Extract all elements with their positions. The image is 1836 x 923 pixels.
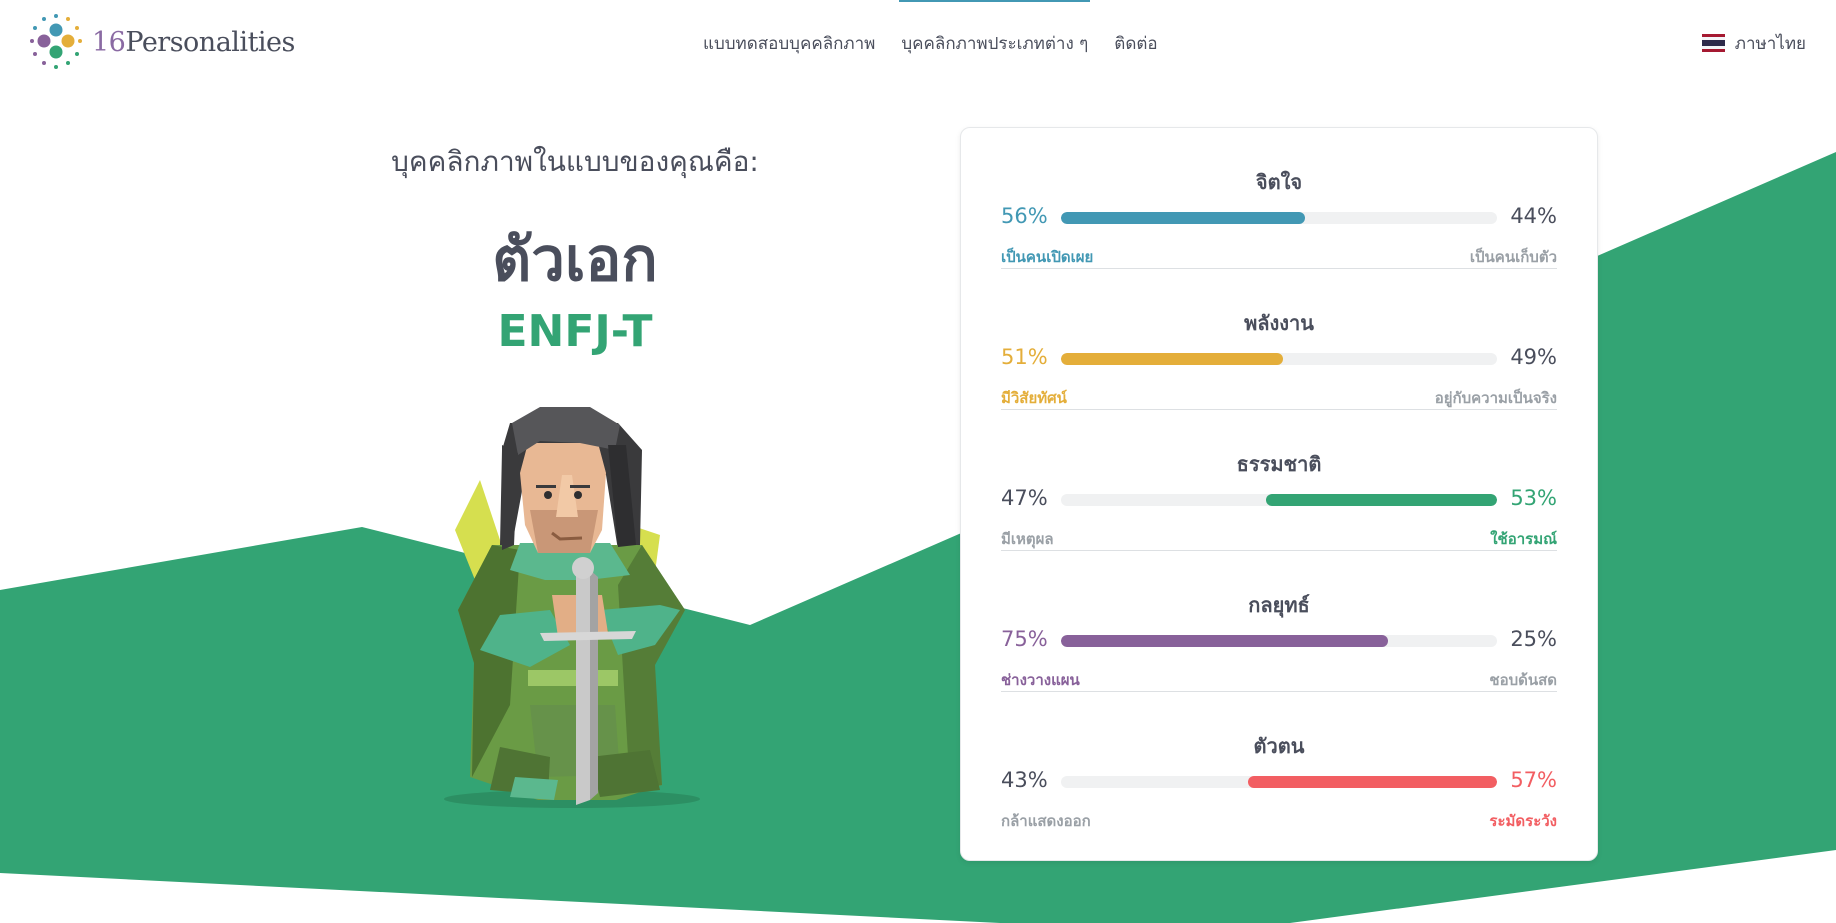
brand-name: 16Personalities [92,27,295,58]
trait-right-percent: 53% [1510,486,1557,510]
trait-title: จิตใจ [1255,170,1303,194]
brand-dots-icon [30,14,82,69]
trait-right-label: ระมัดระวัง [1489,812,1557,830]
thai-flag-icon [1701,34,1725,52]
trait-bar-fill [1265,494,1497,506]
trait-right-label: เป็นคนเก็บตัว [1469,248,1557,266]
trait-title: ตัวตน [1253,734,1305,758]
trait-right-percent: 25% [1510,627,1557,651]
trait-nature: ธรรมชาติ 47% 53% มีเหตุผล ใช้อารมณ์ [1001,410,1557,551]
nav-personality-test[interactable]: แบบทดสอบบุคคลิกภาพ [690,0,888,86]
trait-right-percent: 44% [1510,204,1557,228]
main-nav: แบบทดสอบบุคคลิกภาพ บุคคลิกภาพประเภทต่าง … [690,0,1171,86]
trait-identity: ตัวตน 43% 57% กล้าแสดงออก ระมัดระวัง [1001,692,1557,833]
trait-right-label: อยู่กับความเป็นจริง [1434,389,1557,407]
trait-left-label: เป็นคนเปิดเผย [1001,248,1094,266]
trait-bar-fill [1061,212,1306,224]
trait-right-label: ชอบด้นสด [1489,671,1557,689]
trait-bar [1061,776,1497,788]
trait-left-label: ช่างวางแผน [1001,671,1080,689]
trait-bar-fill [1061,353,1284,365]
nav-personality-types[interactable]: บุคคลิกภาพประเภทต่าง ๆ [888,0,1101,86]
trait-mind: จิตใจ 56% 44% เป็นคนเปิดเผย เป็นคนเก็บตั… [1001,128,1557,269]
nav-contact[interactable]: ติดต่อ [1101,0,1170,86]
traits-card: จิตใจ 56% 44% เป็นคนเปิดเผย เป็นคนเก็บตั… [960,127,1598,861]
trait-left-label: มีเหตุผล [1001,530,1054,548]
personality-role-title: ตัวเอก [492,225,658,295]
language-selector[interactable]: ภาษาไทย [1701,0,1806,86]
trait-title: ธรรมชาติ [1236,452,1322,476]
brand-word: Personalities [125,26,295,58]
trait-right-label: ใช้อารมณ์ [1490,530,1557,548]
trait-bar [1061,494,1497,506]
trait-title: กลยุทธ์ [1248,593,1310,617]
trait-bar-fill [1248,776,1497,788]
trait-left-label: มีวิสัยทัศน์ [1001,389,1067,407]
brand-logo[interactable]: 16Personalities [28,14,295,70]
trait-title: พลังงาน [1244,311,1314,335]
protagonist-knight-avatar [444,407,700,808]
result-intro: บุคคลิกภาพในแบบของคุณคือ: [391,145,759,178]
brand-number: 16 [92,26,126,58]
trait-tactics: กลยุทธ์ 75% 25% ช่างวางแผน ชอบด้นสด [1001,551,1557,692]
trait-bar [1061,212,1497,224]
trait-energy: พลังงาน 51% 49% มีวิสัยทัศน์ อยู่กับความ… [1001,269,1557,410]
trait-left-label: กล้าแสดงออก [1001,812,1091,830]
trait-right-percent: 57% [1510,768,1557,792]
trait-bar [1061,353,1497,365]
site-header: 16Personalities แบบทดสอบบุคคลิกภาพ บุคคล… [0,0,1836,86]
trait-right-percent: 49% [1510,345,1557,369]
trait-bar-fill [1061,635,1388,647]
personality-code: ENFJ-T [497,306,653,357]
language-label: ภาษาไทย [1734,33,1806,54]
trait-bar [1061,635,1497,647]
